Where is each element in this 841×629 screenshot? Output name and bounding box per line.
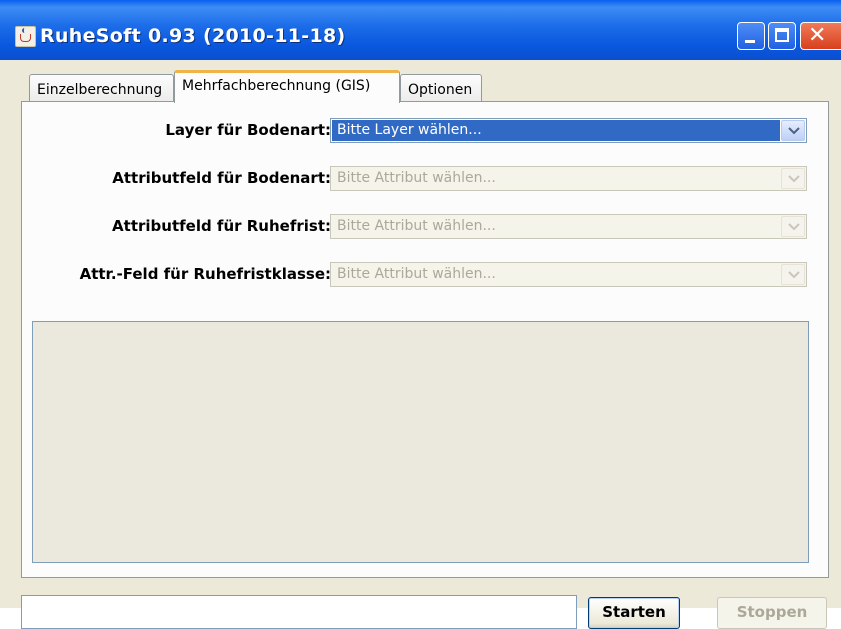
steam-glyph (22, 28, 29, 33)
window-title: RuheSoft 0.93 (2010-11-18) (40, 25, 346, 47)
attributfeld-bodenart-dropdown-button[interactable] (781, 168, 805, 189)
attributfeld-ruhefrist-label: Attributfeld für Ruhefrist: (112, 217, 331, 235)
chevron-down-icon (788, 175, 800, 183)
cup-glyph (20, 34, 31, 42)
output-text-area[interactable] (32, 321, 809, 563)
attr-feld-ruhefristklasse-combobox[interactable]: Bitte Attribut wählen... (330, 262, 807, 287)
minimize-icon (745, 40, 755, 43)
maximize-icon (775, 28, 789, 42)
chevron-down-icon (788, 271, 800, 279)
tab-optionen[interactable]: Optionen (400, 74, 482, 102)
status-text-field[interactable] (21, 595, 577, 629)
maximize-button[interactable] (768, 22, 796, 50)
java-app-icon[interactable] (15, 26, 36, 47)
chevron-down-icon (788, 127, 800, 135)
attributfeld-bodenart-value: Bitte Attribut wählen... (337, 170, 496, 186)
attributfeld-ruhefrist-combobox[interactable]: Bitte Attribut wählen... (330, 214, 807, 239)
layer-bodenart-label: Layer für Bodenart: (165, 121, 331, 139)
stop-button[interactable]: Stoppen (717, 597, 827, 629)
close-button[interactable]: ✕ (800, 22, 841, 50)
layer-bodenart-combobox[interactable]: Bitte Layer wählen... (330, 118, 807, 143)
title-bar[interactable]: RuheSoft 0.93 (2010-11-18) ✕ (0, 0, 841, 60)
layer-bodenart-dropdown-button[interactable] (781, 120, 805, 141)
attr-feld-ruhefristklasse-label: Attr.-Feld für Ruhefristklasse: (79, 265, 331, 283)
chevron-down-icon (788, 223, 800, 231)
attributfeld-bodenart-label: Attributfeld für Bodenart: (112, 169, 331, 187)
attr-feld-ruhefristklasse-dropdown-button[interactable] (781, 264, 805, 285)
close-icon: ✕ (808, 23, 827, 48)
attr-feld-ruhefristklasse-value: Bitte Attribut wählen... (337, 266, 496, 282)
tab-mehrfachberechnung-gis[interactable]: Mehrfachberechnung (GIS) (174, 70, 400, 103)
application-window: RuheSoft 0.93 (2010-11-18) ✕ Einzelberec… (0, 0, 841, 629)
attributfeld-ruhefrist-value: Bitte Attribut wählen... (337, 218, 496, 234)
start-button[interactable]: Starten (588, 597, 680, 629)
attributfeld-bodenart-combobox[interactable]: Bitte Attribut wählen... (330, 166, 807, 191)
layer-bodenart-value: Bitte Layer wählen... (332, 120, 780, 141)
attributfeld-ruhefrist-dropdown-button[interactable] (781, 216, 805, 237)
minimize-button[interactable] (737, 22, 765, 50)
tab-einzelberechnung[interactable]: Einzelberechnung (29, 74, 174, 102)
